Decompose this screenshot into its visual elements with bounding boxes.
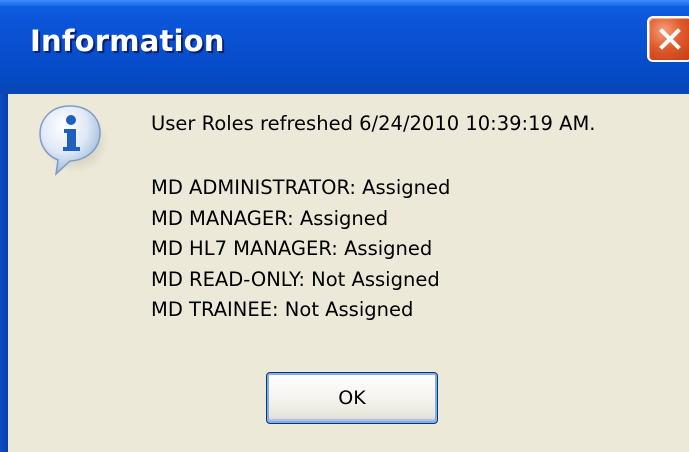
title-bar-highlight bbox=[0, 0, 689, 6]
role-item: MD ADMINISTRATOR: Assigned bbox=[151, 176, 451, 199]
information-icon bbox=[39, 105, 108, 176]
role-item: MD READ-ONLY: Not Assigned bbox=[151, 267, 440, 291]
refresh-message: User Roles refreshed 6/24/2010 10:39:19 … bbox=[151, 112, 596, 135]
ok-button[interactable]: OK bbox=[266, 372, 438, 424]
close-icon bbox=[659, 28, 681, 50]
title-bar[interactable]: Information bbox=[0, 0, 689, 94]
roles-list: MD ADMINISTRATOR: Assigned MD MANAGER: A… bbox=[151, 173, 450, 326]
window-title: Information bbox=[30, 24, 225, 58]
role-item: MD TRAINEE: Not Assigned bbox=[151, 298, 414, 321]
role-item: MD HL7 MANAGER: Assigned bbox=[151, 237, 433, 260]
information-dialog: Information User Roles refreshed 6/24/20… bbox=[0, 0, 689, 452]
role-item: MD MANAGER: Assigned bbox=[151, 206, 389, 230]
window-left-border bbox=[0, 94, 8, 452]
close-button[interactable] bbox=[647, 16, 689, 62]
